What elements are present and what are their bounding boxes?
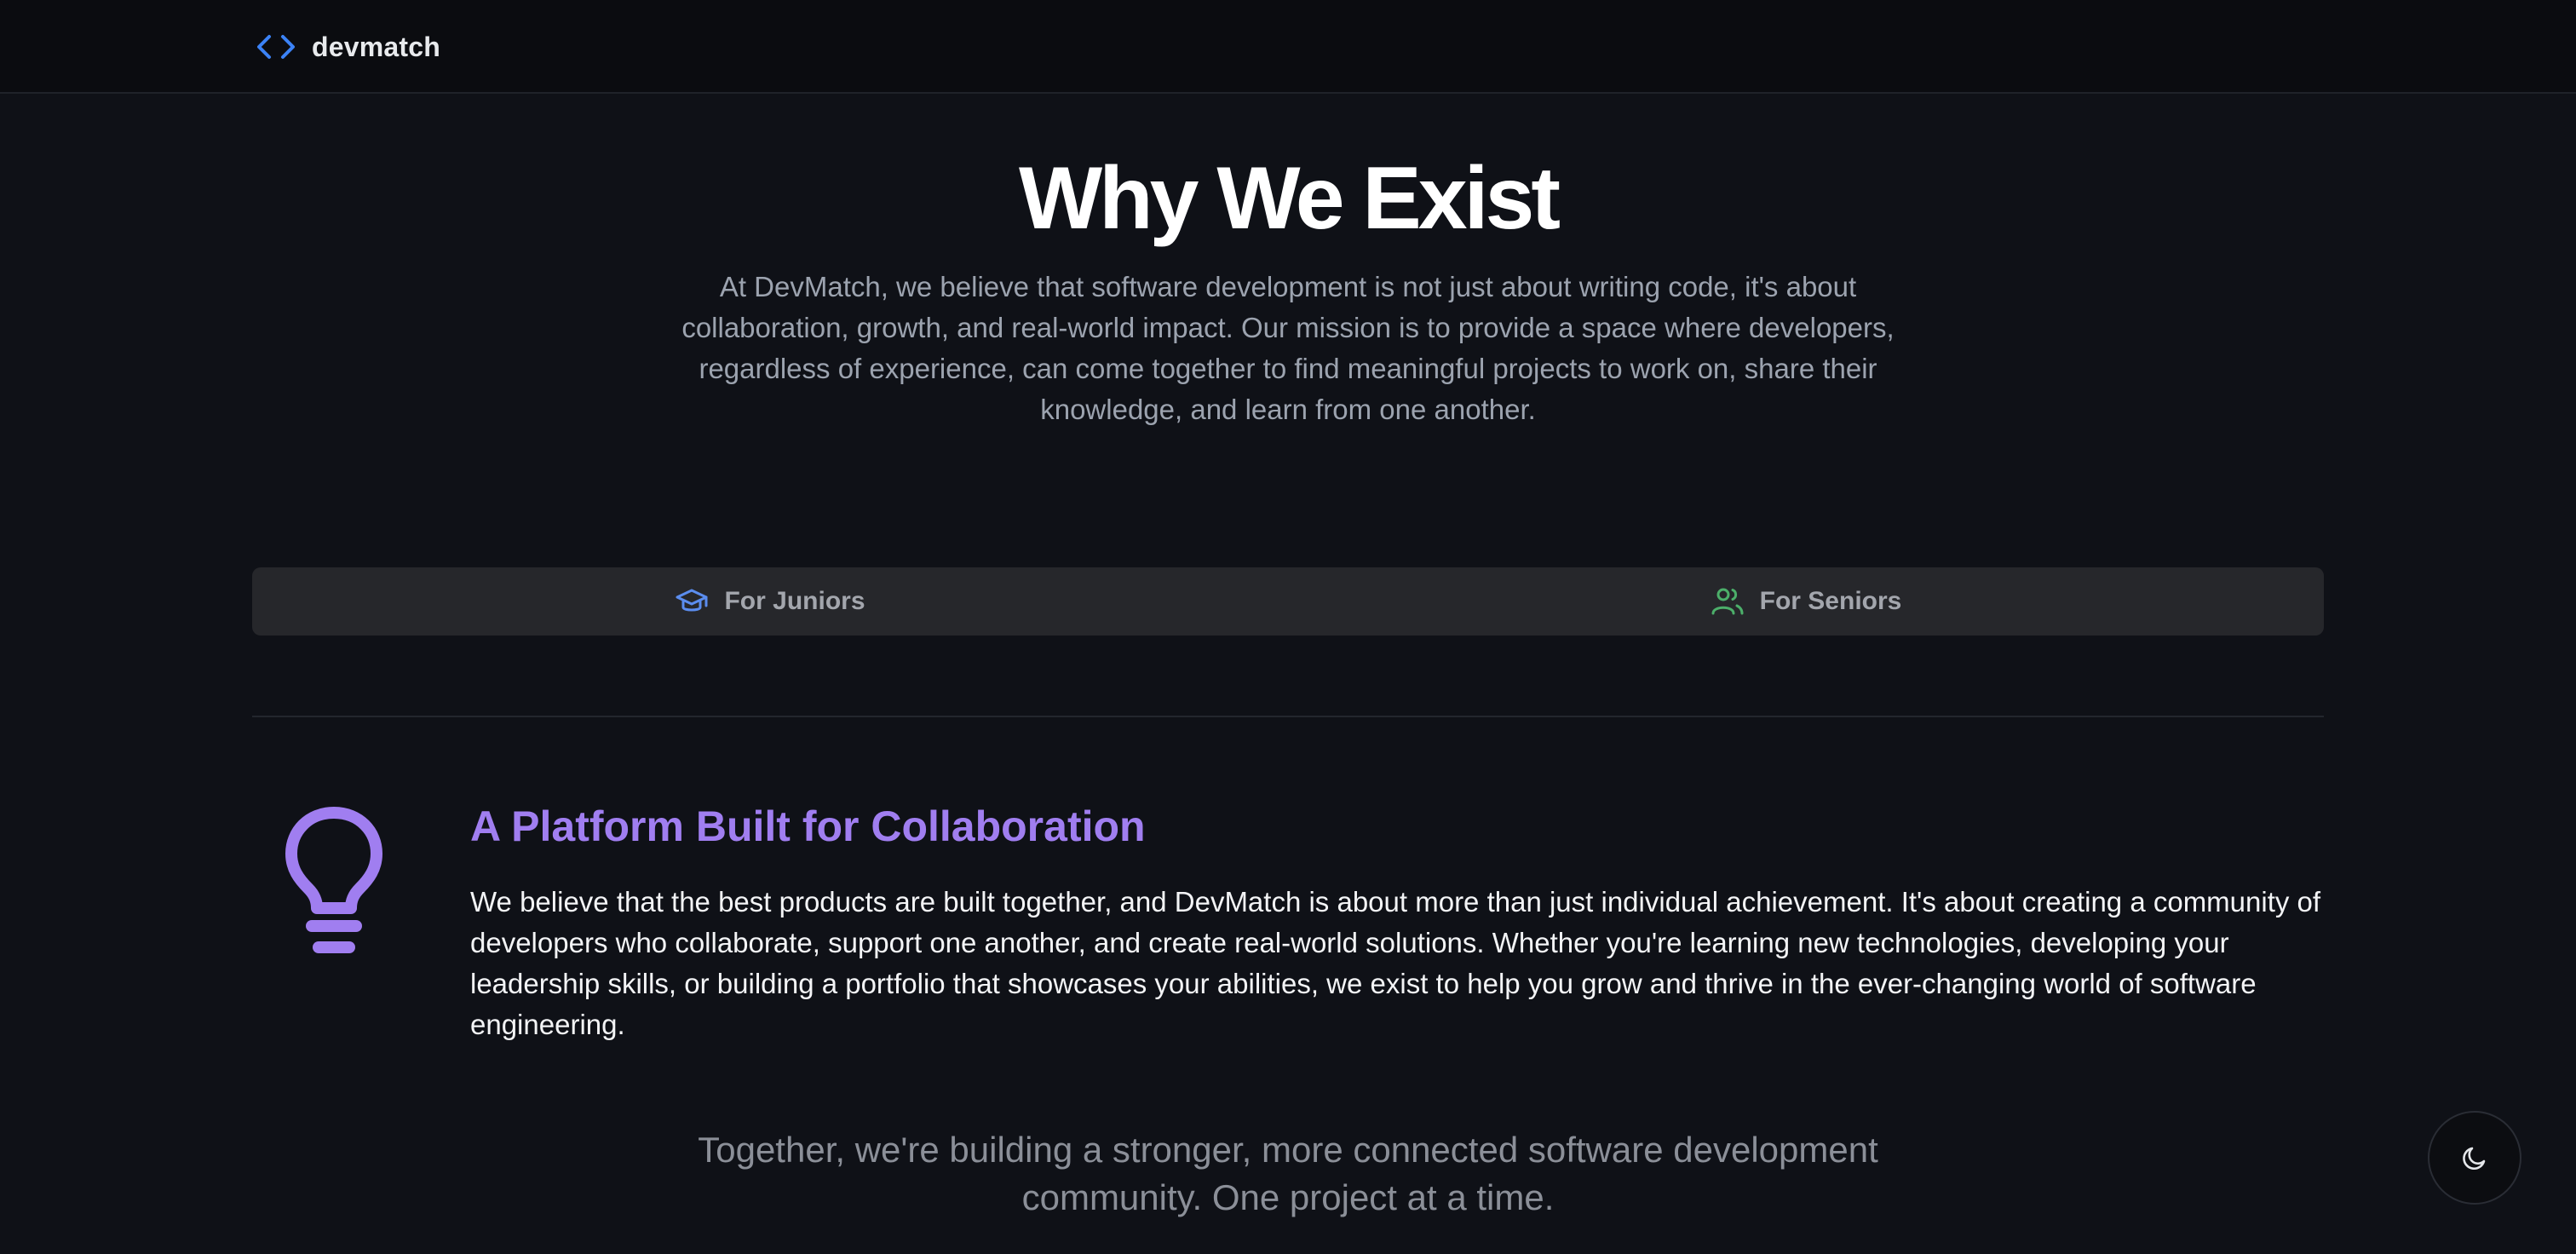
brand-logo-link[interactable]: devmatch: [256, 26, 440, 68]
users-icon: [1711, 588, 1744, 615]
theme-toggle-button[interactable]: [2428, 1111, 2521, 1205]
section-body: We believe that the best products are bu…: [470, 886, 2321, 1040]
section-title: A Platform Built for Collaboration: [470, 802, 1146, 850]
audience-tabs: For Juniors For Seniors: [252, 567, 2324, 636]
brand-name: devmatch: [312, 31, 440, 62]
section-divider: [252, 716, 2324, 717]
tab-for-seniors[interactable]: For Seniors: [1288, 567, 2324, 636]
tab-for-juniors[interactable]: For Juniors: [252, 567, 1288, 636]
graduation-cap-icon: [676, 589, 708, 612]
page-title: Why We Exist: [1018, 149, 1561, 248]
code-icon: [257, 35, 295, 59]
top-navbar: devmatch: [0, 0, 2576, 94]
tab-label-seniors: For Seniors: [1759, 587, 1902, 615]
tab-label-juniors: For Juniors: [724, 587, 865, 615]
moon-icon: [2463, 1147, 2486, 1170]
lightbulb-icon: [285, 807, 382, 953]
hero-description: At DevMatch, we believe that software de…: [681, 271, 1895, 425]
closing-statement: Together, we're building a stronger, mor…: [698, 1130, 1878, 1217]
